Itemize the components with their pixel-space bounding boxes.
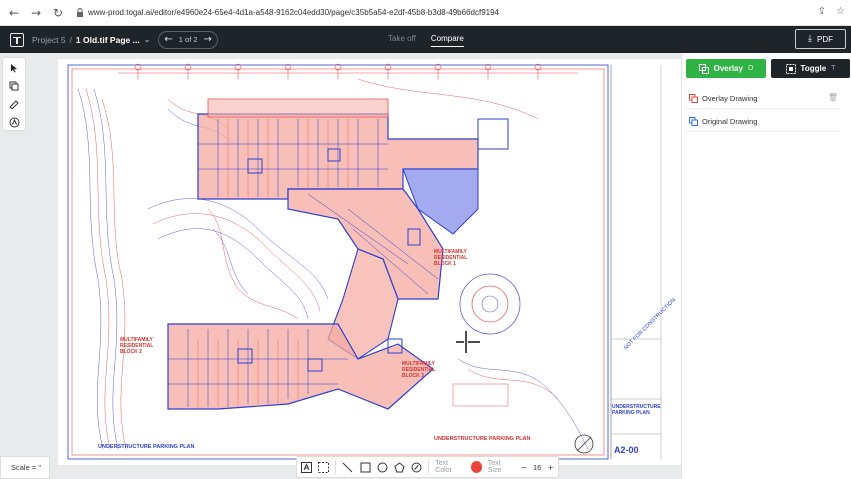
overlay-drawing-icon xyxy=(689,93,698,103)
scale-indicator[interactable]: Scale = " xyxy=(0,456,50,479)
drawing-title-mid: UNDERSTRUCTURE PARKING PLAN xyxy=(434,436,531,442)
drawing-sheet[interactable]: MULTIFAMILY RESIDENTIAL BLOCK 2 MULTIFAM… xyxy=(58,59,687,465)
left-toolbar xyxy=(3,58,25,130)
address-bar[interactable]: www-prod.togal.ai/editor/e4960e24-65e4-4… xyxy=(76,8,499,17)
divider xyxy=(335,460,337,474)
text-color-swatch[interactable] xyxy=(470,461,482,473)
toggle-button[interactable]: Toggle T xyxy=(771,59,850,78)
next-page-icon[interactable]: → xyxy=(204,34,212,45)
tab-compare[interactable]: Compare xyxy=(430,34,464,47)
drawing-canvas[interactable]: MULTIFAMILY RESIDENTIAL BLOCK 2 MULTIFAM… xyxy=(28,53,687,479)
block-label: MULTIFAMILY RESIDENTIAL BLOCK 3 xyxy=(402,361,436,379)
layer-overlay-drawing[interactable]: Overlay Drawing 🗑 xyxy=(684,88,840,109)
back-icon[interactable]: ← xyxy=(6,5,22,21)
overlay-icon xyxy=(698,63,709,74)
increase-size-button[interactable]: + xyxy=(547,463,554,472)
toggle-label: Toggle xyxy=(800,64,827,73)
share-icon[interactable]: ⇪ xyxy=(818,6,826,17)
ai-takeoff-icon[interactable] xyxy=(7,115,21,129)
sheet-number: A2-00 xyxy=(614,445,639,455)
text-color-label: Text Color xyxy=(435,460,452,474)
text-size-value[interactable]: 16 xyxy=(533,463,541,472)
annotation-toolbar: Text Color Text Size − 16 + xyxy=(296,456,559,478)
toggle-hotkey: T xyxy=(831,65,836,72)
reload-icon[interactable]: ↻ xyxy=(50,5,66,21)
scale-text: Scale = " xyxy=(11,463,41,472)
overlay-button[interactable]: Overlay O xyxy=(686,59,766,78)
block-label: MULTIFAMILY RESIDENTIAL BLOCK 1 xyxy=(434,249,468,267)
divider xyxy=(428,460,430,474)
polygon-icon[interactable] xyxy=(394,461,405,473)
trash-icon[interactable]: 🗑 xyxy=(828,93,838,102)
overlay-drawing xyxy=(67,63,662,460)
url-text: www-prod.togal.ai/editor/e4960e24-65e4-4… xyxy=(88,8,499,17)
page-title[interactable]: 1 Old.tif Page ... xyxy=(76,35,140,45)
bookmark-star-icon[interactable]: ☆ xyxy=(836,6,845,17)
circle-icon[interactable] xyxy=(377,461,388,473)
page-pager: ← 1 of 2 → xyxy=(158,30,218,49)
dashed-select-icon[interactable] xyxy=(318,461,330,473)
title-block-name: UNDERSTRUCTURE PARKING PLAN xyxy=(612,404,661,416)
pointer-icon[interactable] xyxy=(7,61,21,75)
pdf-label: PDF xyxy=(816,34,833,44)
line-icon[interactable] xyxy=(342,461,353,473)
toggle-icon xyxy=(785,63,796,74)
overlay-label: Overlay xyxy=(713,64,743,73)
forward-icon[interactable]: → xyxy=(28,5,44,21)
decrease-size-button[interactable]: − xyxy=(520,463,527,472)
chevron-down-icon[interactable]: ⌄ xyxy=(144,35,151,44)
highlighter-icon[interactable] xyxy=(411,461,422,473)
overlay-hotkey: O xyxy=(747,65,754,72)
layer-original-drawing[interactable]: Original Drawing xyxy=(684,111,840,132)
pdf-download-button[interactable]: ⤓ PDF xyxy=(795,29,846,49)
layer-label: Original Drawing xyxy=(702,116,758,126)
browser-toolbar: ← → ↻ www-prod.togal.ai/editor/e4960e24-… xyxy=(0,0,851,26)
text-size-label: Text Size xyxy=(487,460,502,474)
tab-takeoff[interactable]: Take off xyxy=(388,34,416,43)
app-header: Project 5 / 1 Old.tif Page ... ⌄ ← 1 of … xyxy=(0,26,851,53)
text-box-icon[interactable] xyxy=(301,461,313,473)
download-icon: ⤓ xyxy=(808,34,812,44)
block-label: MULTIFAMILY RESIDENTIAL BLOCK 2 xyxy=(120,337,154,355)
breadcrumb-project[interactable]: Project 5 xyxy=(32,35,66,45)
pager-text: 1 of 2 xyxy=(178,35,198,44)
rectangle-icon[interactable] xyxy=(360,461,371,473)
layer-label: Overlay Drawing xyxy=(702,93,758,103)
crosshair-cursor-icon xyxy=(456,331,480,353)
compare-panel: Overlay O Toggle T Overlay Drawing 🗑 Ori… xyxy=(681,53,851,479)
ruler-icon[interactable] xyxy=(7,97,21,111)
original-drawing-icon xyxy=(689,116,698,126)
lock-icon xyxy=(77,8,83,17)
prev-page-icon[interactable]: ← xyxy=(164,34,172,45)
copy-icon[interactable] xyxy=(7,79,21,93)
togal-logo-icon[interactable] xyxy=(10,32,24,47)
drawing-title-left: UNDERSTRUCTURE PARKING PLAN xyxy=(98,444,195,450)
breadcrumb-separator: / xyxy=(69,34,72,45)
